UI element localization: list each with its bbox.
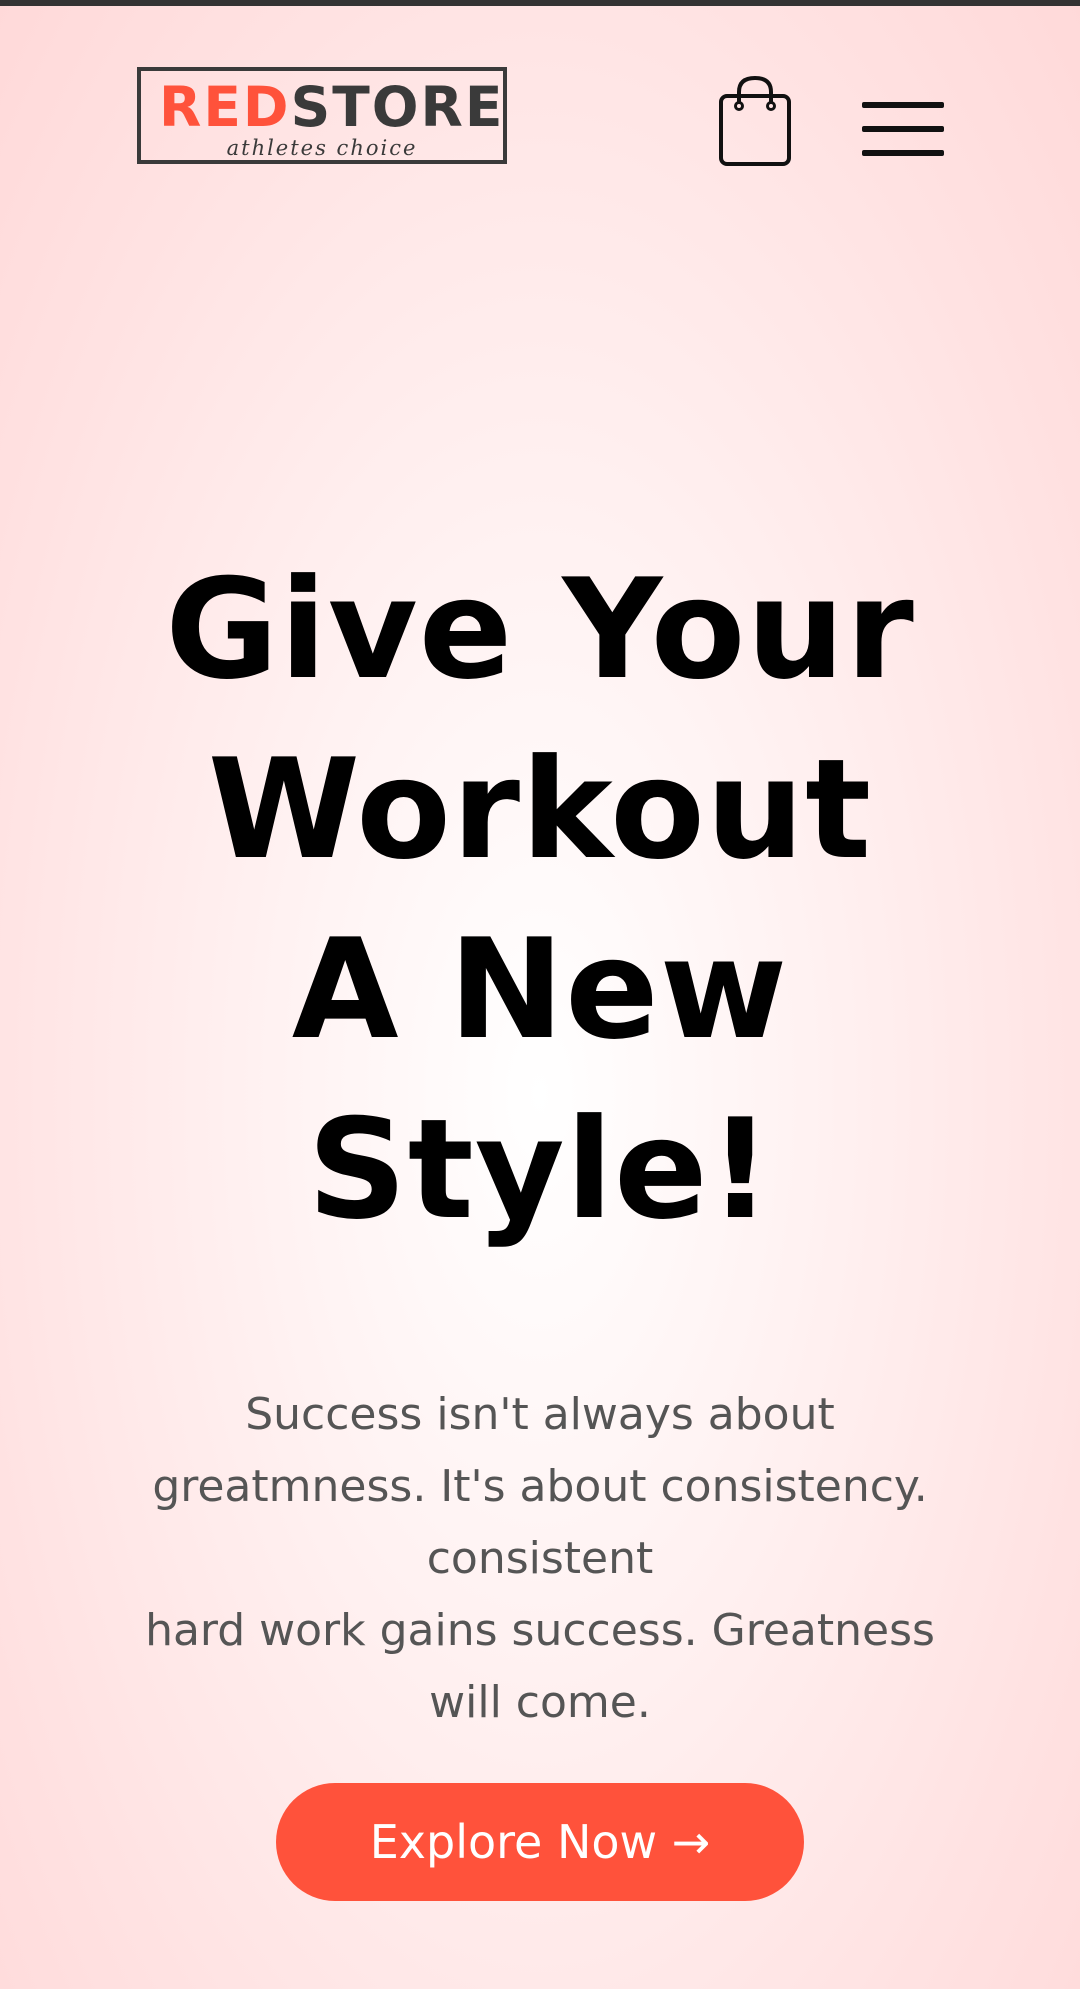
logo-tagline: athletes choice [226,136,418,160]
hero-text-line: hard work gains success. Greatness [145,1605,935,1656]
site-header: REDSTORE athletes choice [0,6,1080,226]
menu-line-bottom [862,150,944,156]
redstore-logo[interactable]: REDSTORE athletes choice [137,67,507,164]
menu-line-middle [862,126,944,132]
hero-text-line: greatmness. It's about consistency. [152,1461,928,1512]
hamburger-menu-icon[interactable] [858,94,948,164]
hero-section: Give Your Workout A New Style! [0,540,1080,1260]
hero-title-line: A New [291,909,789,1070]
shopping-bag-icon[interactable] [715,70,795,170]
hero-text-line: will come. [429,1677,651,1728]
explore-now-button[interactable]: Explore Now → [276,1783,804,1901]
logo-wordmark: REDSTORE [159,73,504,141]
hero-title-line: Style! [307,1089,773,1250]
hero-description: Success isn't always about greatmness. I… [90,1379,990,1739]
logo-brand-red: RED [159,75,291,139]
menu-line-top [862,102,944,108]
hero-text-line: consistent [426,1533,654,1584]
hero-title-line: Give Your [165,549,915,710]
logo-brand-dark: STORE [290,75,505,139]
hero-text-line: Success isn't always about [245,1389,835,1440]
hero-title: Give Your Workout A New Style! [40,540,1040,1260]
hero-title-line: Workout [207,729,873,890]
